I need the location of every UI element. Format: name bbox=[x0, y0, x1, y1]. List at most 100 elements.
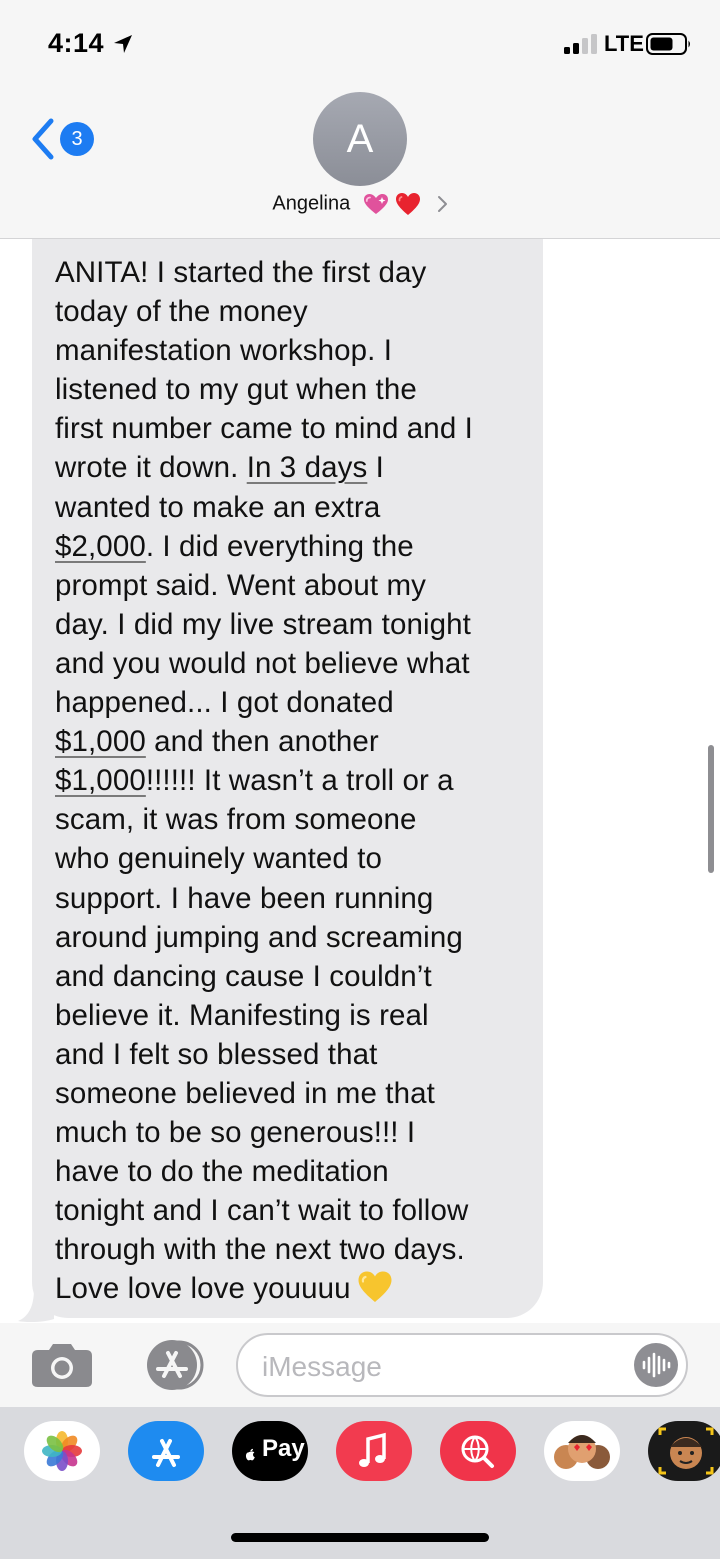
message-line: around jumping and screaming bbox=[55, 918, 525, 957]
audio-message-button[interactable] bbox=[634, 1343, 678, 1387]
sparkling-heart-emoji bbox=[363, 194, 388, 214]
message-line: $1,000!!!!!! It wasn’t a troll or a bbox=[55, 761, 525, 800]
memoji-stickers-icon bbox=[554, 1435, 610, 1469]
message-line: day. I did my live stream tonight bbox=[55, 605, 525, 644]
message-line: wanted to make an extra bbox=[55, 488, 525, 527]
message-text-segment: manifestation workshop. I bbox=[55, 334, 392, 368]
detected-data-link[interactable]: $2,000 bbox=[55, 530, 146, 563]
message-text-segment: !!!!!! It wasn’t a troll or a bbox=[145, 764, 454, 798]
message-line: much to be so generous!!! I bbox=[55, 1113, 525, 1152]
conversation-header: 3 A Angelina bbox=[0, 90, 720, 239]
message-text-segment: who genuinely wanted to bbox=[55, 842, 383, 876]
message-line: ANITA! I started the first day bbox=[55, 253, 525, 292]
app-store-icon bbox=[152, 1439, 180, 1467]
message-text-segment: and I felt so blessed that bbox=[55, 1037, 378, 1071]
images-search-app-button[interactable] bbox=[440, 1421, 516, 1481]
message-line: someone believed in me that bbox=[55, 1074, 525, 1113]
message-text-segment: wrote it down. bbox=[55, 451, 247, 485]
camera-icon[interactable] bbox=[30, 1342, 94, 1388]
imessage-app-drawer: Pay bbox=[0, 1407, 720, 1559]
app-store-icon[interactable] bbox=[134, 1339, 206, 1391]
message-text-segment: happened... I got donated bbox=[55, 686, 394, 720]
message-line: listened to my gut when the bbox=[55, 370, 525, 409]
message-line: support. I have been running bbox=[55, 879, 525, 918]
message-text-segment: Love love love youuuu bbox=[55, 1272, 351, 1306]
scroll-indicator[interactable] bbox=[708, 745, 714, 873]
animoji-stickers-app-button[interactable] bbox=[544, 1421, 620, 1481]
yellow-heart-emoji bbox=[358, 1271, 392, 1303]
detected-data-link[interactable]: $1,000 bbox=[55, 725, 146, 758]
message-text-segment: and you would not believe what bbox=[55, 646, 470, 680]
memoji-face-icon bbox=[658, 1427, 714, 1475]
photos-app-button[interactable] bbox=[24, 1421, 100, 1481]
home-indicator[interactable] bbox=[231, 1533, 489, 1542]
apple-pay-app-button[interactable]: Pay bbox=[232, 1421, 308, 1481]
message-line: $2,000. I did everything the bbox=[55, 527, 525, 566]
message-text-segment: and then another bbox=[145, 725, 379, 759]
message-text: ANITA! I started the first day today of t… bbox=[55, 253, 525, 1309]
received-message-bubble[interactable]: ANITA! I started the first day today of t… bbox=[32, 239, 543, 1318]
message-line: $1,000 and then another bbox=[55, 722, 525, 761]
message-input-bar: iMessage bbox=[0, 1323, 720, 1407]
message-text-segment: much to be so generous!!! I bbox=[55, 1116, 416, 1150]
cellular-signal-icon bbox=[564, 34, 597, 54]
apple-pay-icon bbox=[245, 1448, 255, 1461]
unread-count-badge: 3 bbox=[60, 122, 94, 156]
message-text-segment: day. I did my live stream tonight bbox=[55, 607, 471, 641]
message-line: today of the money bbox=[55, 292, 525, 331]
message-text-segment: I bbox=[367, 451, 384, 485]
message-line: have to do the meditation bbox=[55, 1152, 525, 1191]
music-app-button[interactable] bbox=[336, 1421, 412, 1481]
message-line: scam, it was from someone bbox=[55, 800, 525, 839]
status-bar: 4:14 LTE bbox=[0, 0, 720, 90]
contact-name: Angelina bbox=[272, 192, 351, 215]
contact-avatar[interactable]: A bbox=[313, 92, 407, 186]
message-placeholder: iMessage bbox=[262, 1351, 382, 1382]
message-text-segment: around jumping and screaming bbox=[55, 920, 463, 954]
message-text-segment: today of the money bbox=[55, 295, 308, 329]
message-line: Love love love youuuu bbox=[55, 1269, 525, 1308]
message-line: and dancing cause I couldn’t bbox=[55, 957, 525, 996]
message-line: believe it. Manifesting is real bbox=[55, 996, 525, 1035]
message-line: and you would not believe what bbox=[55, 644, 525, 683]
detected-data-link[interactable]: In 3 days bbox=[247, 451, 368, 484]
message-line: wrote it down. In 3 days I bbox=[55, 448, 525, 487]
message-line: tonight and I can’t wait to follow bbox=[55, 1191, 525, 1230]
contact-details-button[interactable]: Angelina bbox=[0, 192, 720, 224]
status-time: 4:14 bbox=[48, 28, 105, 58]
message-text-segment: through with the next two days. bbox=[55, 1233, 465, 1267]
apple-pay-label: Pay bbox=[262, 1435, 305, 1462]
globe-search-icon bbox=[461, 1435, 494, 1468]
music-note-icon bbox=[359, 1432, 386, 1467]
message-text-segment: . I did everything the bbox=[145, 529, 414, 563]
message-text-segment: first number came to mind and I bbox=[55, 412, 473, 446]
message-line: who genuinely wanted to bbox=[55, 839, 525, 878]
message-line: and I felt so blessed that bbox=[55, 1035, 525, 1074]
app-store-app-button[interactable] bbox=[128, 1421, 204, 1481]
imessage-input[interactable]: iMessage bbox=[236, 1333, 688, 1397]
carrier-label: LTE bbox=[604, 31, 644, 56]
message-text-segment: and dancing cause I couldn’t bbox=[55, 959, 432, 993]
photos-flower-icon bbox=[42, 1431, 82, 1471]
message-text-segment: tonight and I can’t wait to follow bbox=[55, 1194, 469, 1228]
message-text-segment: listened to my gut when the bbox=[55, 373, 417, 407]
back-button[interactable]: 3 bbox=[30, 116, 100, 162]
detected-data-link[interactable]: $1,000 bbox=[55, 764, 146, 797]
message-text-segment: someone believed in me that bbox=[55, 1076, 435, 1110]
message-thread[interactable]: ANITA! I started the first day today of t… bbox=[0, 239, 720, 1323]
message-line: manifestation workshop. I bbox=[55, 331, 525, 370]
message-text-segment: scam, it was from someone bbox=[55, 803, 417, 837]
message-line: first number came to mind and I bbox=[55, 409, 525, 448]
message-text-segment: ANITA! I started the first day bbox=[55, 256, 427, 289]
message-line: through with the next two days. bbox=[55, 1230, 525, 1269]
location-arrow-icon bbox=[114, 35, 132, 53]
red-heart-emoji bbox=[396, 193, 421, 215]
message-text-segment: prompt said. Went about my bbox=[55, 568, 426, 602]
memoji-app-button[interactable] bbox=[648, 1421, 720, 1481]
chevron-left-icon bbox=[32, 118, 54, 160]
message-text-segment: have to do the meditation bbox=[55, 1155, 389, 1189]
battery-icon bbox=[646, 33, 690, 55]
chevron-right-icon bbox=[437, 196, 447, 212]
audio-waveform-icon bbox=[642, 1352, 671, 1378]
message-line: prompt said. Went about my bbox=[55, 566, 525, 605]
